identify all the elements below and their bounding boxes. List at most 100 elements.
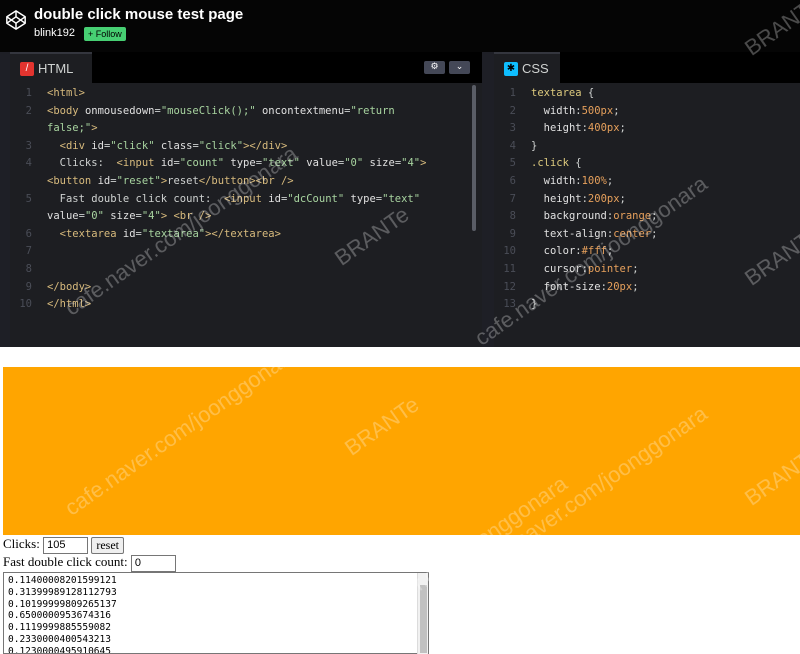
css-code-line: 6 width:100%;: [494, 173, 800, 191]
css-code-line: 5 .click {: [494, 155, 800, 173]
html-code-line: 9 </body>: [10, 279, 482, 297]
html-code-editor[interactable]: 1 <html> 2 <body onmousedown="mouseClick();…: [10, 85, 482, 314]
pen-author[interactable]: blink192: [34, 27, 75, 39]
follow-button[interactable]: + Follow: [84, 27, 126, 41]
line-number: 9: [25, 280, 32, 293]
textarea-scrollbar[interactable]: [417, 573, 428, 654]
line-number: 12: [503, 280, 516, 293]
count-input[interactable]: 105: [43, 536, 89, 554]
click-area[interactable]: [3, 367, 800, 535]
code-text: </body>: [47, 280, 92, 293]
clicks-label: Clicks:: [3, 536, 40, 551]
code-text: font-size:20px;: [543, 280, 639, 293]
html-icon: /: [20, 62, 34, 76]
pen-header: double click mouse test page blink192 + …: [0, 0, 800, 52]
settings-gear-button[interactable]: ⚙: [424, 61, 445, 74]
code-text: height:400px;: [543, 122, 626, 135]
code-text: <button id="reset">reset</button><br />: [47, 174, 294, 187]
css-code-editor[interactable]: 1 textarea {2 width:500px; 3 height:400px;…: [494, 85, 800, 314]
dc-row: Fast double click count: 0: [3, 554, 176, 572]
line-number: 2: [25, 104, 32, 117]
preview-output: Clicks: 105 reset Fast double click coun…: [3, 367, 800, 654]
tab-css-label: CSS: [522, 61, 549, 76]
css-editor-pane: ✱ CSS 1 textarea {2 width:500px; 3 height:…: [494, 52, 800, 347]
code-text: cursor:pointer;: [543, 262, 639, 275]
css-icon: ✱: [504, 62, 518, 76]
code-text: <body onmousedown="mouseClick();" oncont…: [47, 104, 395, 117]
code-text: Fast double click count: <input id="dcCo…: [47, 192, 421, 205]
html-pane-header: / HTML ⚙ ⌄: [10, 52, 482, 83]
html-code-line: value="0" size="4"> <br />: [10, 208, 482, 226]
html-editor-pane: / HTML ⚙ ⌄ 1 <html> 2 <body onmousedown="mo…: [10, 52, 482, 347]
clicks-row: Clicks: 105 reset: [3, 536, 124, 554]
css-code-line: 7 height:200px;: [494, 191, 800, 209]
log-line: 0.1230000495910645: [8, 645, 111, 654]
css-code-line: 2 width:500px;: [494, 103, 800, 121]
css-code-line: 4}: [494, 138, 800, 156]
reset-button[interactable]: reset: [91, 536, 124, 554]
log-line: 0.31399989128112793: [8, 586, 117, 598]
code-text: width:100%;: [543, 174, 614, 187]
code-text: false;">: [47, 122, 98, 135]
pen-title: double click mouse test page: [34, 6, 244, 23]
html-code-line: 6 <textarea id="textarea"></textarea>: [10, 226, 482, 244]
code-text: }: [531, 298, 538, 311]
html-code-line: 7: [10, 243, 482, 261]
line-number: 13: [503, 298, 516, 311]
line-number: 3: [509, 122, 516, 135]
html-code-line: false;">: [10, 120, 482, 138]
line-number: 9: [509, 227, 516, 240]
line-number: 10: [19, 298, 32, 311]
css-code-line: 1 textarea {: [494, 85, 800, 103]
css-pane-header: ✱ CSS: [494, 52, 800, 83]
html-code-line: <button id="reset">reset</button><br />: [10, 173, 482, 191]
code-text: <div id="click" class="click"></div>: [59, 139, 288, 152]
code-text: value="0" size="4"> <br />: [47, 210, 212, 223]
textarea-scroll-thumb[interactable]: [420, 585, 427, 653]
css-code-line: 3 height:400px;: [494, 120, 800, 138]
tab-html[interactable]: / HTML: [10, 52, 92, 83]
html-code-line: 2 <body onmousedown="mouseClick();" oncon…: [10, 103, 482, 121]
editor-area: / HTML ⚙ ⌄ 1 <html> 2 <body onmousedown="mo…: [0, 52, 800, 347]
line-number: 4: [509, 139, 516, 152]
log-textarea[interactable]: 0.11400008201599121 0.31399989128112793 0.…: [3, 572, 429, 654]
html-code-line: 5 Fast double click count: <input id="dc…: [10, 191, 482, 209]
html-code-line: 3 <div id="click" class="click"></div>: [10, 138, 482, 156]
code-text: <textarea id="textarea"></textarea>: [59, 227, 281, 240]
html-editor-scrollbar[interactable]: [472, 85, 476, 231]
code-text: Clicks: <input id="count" type="text" va…: [47, 157, 427, 170]
line-number: 2: [509, 104, 516, 117]
line-number: 4: [25, 157, 32, 170]
log-line: 0.10199999809265137: [8, 598, 117, 610]
tab-css[interactable]: ✱ CSS: [494, 52, 560, 83]
line-number: 10: [503, 245, 516, 258]
line-number: 5: [509, 157, 516, 170]
tab-html-label: HTML: [38, 61, 74, 76]
code-text: text-align:center;: [543, 227, 658, 240]
css-code-line: 8 background:orange;: [494, 208, 800, 226]
line-number: 6: [509, 174, 516, 187]
code-text: <html>: [47, 87, 85, 99]
css-code-line: 13}: [494, 296, 800, 314]
css-code-line: 12 font-size:20px;: [494, 279, 800, 297]
log-line: 0.1119999885559082: [8, 622, 111, 634]
code-text: color:#fff;: [543, 245, 614, 258]
html-code-line: 8: [10, 261, 482, 279]
html-code-line: 4 Clicks: <input id="count" type="text" …: [10, 155, 482, 173]
codepen-logo-icon[interactable]: [5, 9, 27, 31]
css-code-line: 10 color:#fff;: [494, 243, 800, 261]
line-number: 1: [25, 87, 32, 99]
line-number: 3: [25, 139, 32, 152]
log-line: 0.6500000953674316: [8, 610, 111, 622]
line-number: 5: [25, 192, 32, 205]
line-number: 7: [509, 192, 516, 205]
collapse-button[interactable]: ⌄: [449, 61, 470, 74]
code-text: .click {: [531, 157, 582, 170]
css-code-line: 11 cursor:pointer;: [494, 261, 800, 279]
code-text: height:200px;: [543, 192, 626, 205]
line-number: 1: [509, 87, 516, 99]
html-code-line: 10 </html>: [10, 296, 482, 314]
dccount-input[interactable]: 0: [130, 554, 176, 572]
code-text: background:orange;: [543, 210, 658, 223]
code-text: </html>: [47, 298, 92, 311]
